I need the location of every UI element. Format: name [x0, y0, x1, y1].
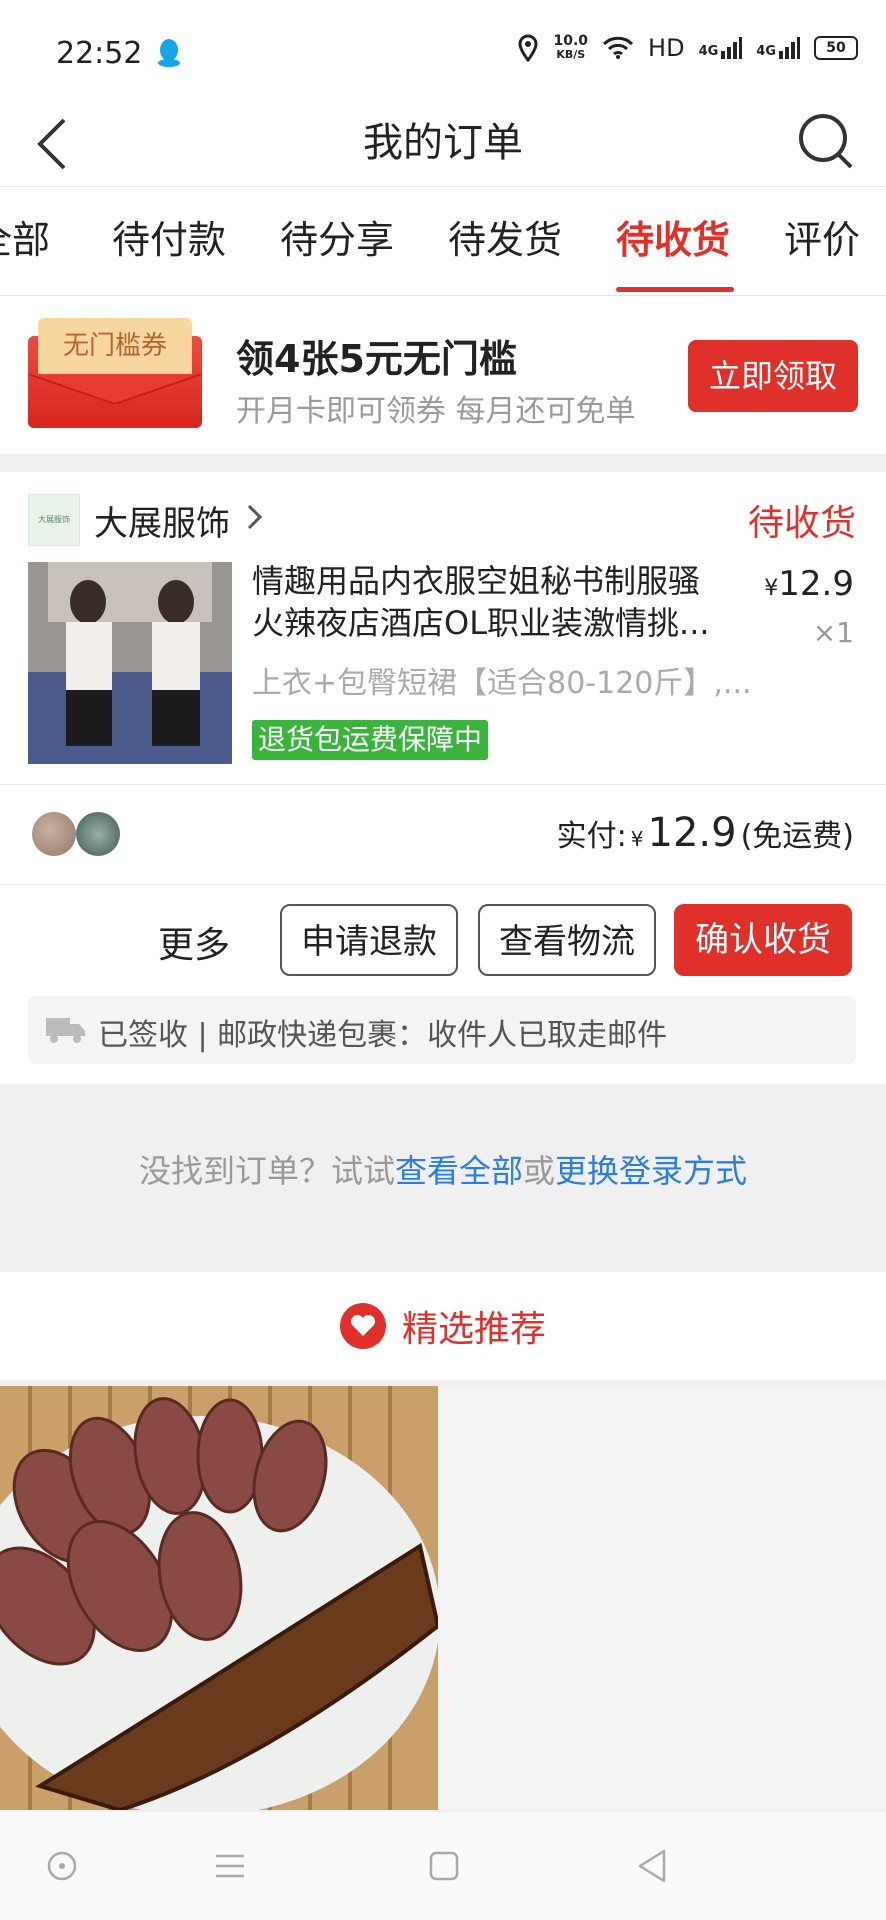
- logistics-text: 已签收 | 邮政快递包裹：收件人已取走邮件: [98, 1018, 668, 1053]
- status-bar: 22:52 10.0 KB/S HD 4G 4G 50: [0, 0, 886, 100]
- coupon-subtitle: 开月卡即可领券 每月还可免单: [236, 394, 636, 429]
- divider: [0, 784, 886, 785]
- product-thumbnail[interactable]: [28, 562, 232, 764]
- status-icons: 10.0 KB/S HD 4G 4G 50: [517, 34, 858, 62]
- shop-logo: 大展服饰: [28, 494, 80, 546]
- product-spec: 上衣+包臀短裙【适合80-120斤】,...: [252, 666, 752, 701]
- chevron-right-icon[interactable]: [246, 502, 264, 532]
- red-envelope-icon: 无门槛券: [28, 318, 202, 428]
- status-time: 22:52: [56, 36, 143, 71]
- tab-pending-payment[interactable]: 待付款: [112, 215, 226, 265]
- signal-icon-2: 4G: [756, 37, 800, 59]
- apply-refund-button[interactable]: 申请退款: [280, 904, 458, 976]
- home-icon[interactable]: [428, 1850, 460, 1882]
- active-tab-indicator: [616, 287, 734, 292]
- product-title[interactable]: 情趣用品内衣服空姐秘书制服骚 火辣夜店酒店OL职业装激情挑...: [252, 560, 740, 644]
- divider: [0, 884, 886, 885]
- hd-label: HD: [648, 34, 685, 62]
- more-button[interactable]: 更多: [158, 916, 230, 968]
- tab-review[interactable]: 评价: [784, 215, 860, 265]
- logistics-status[interactable]: 已签收 | 邮政快递包裹：收件人已取走邮件: [28, 996, 856, 1064]
- coupon-banner[interactable]: 无门槛券 领4张5元无门槛 开月卡即可领券 每月还可免单 立即领取: [0, 296, 886, 454]
- page-title: 我的订单: [363, 120, 523, 166]
- order-status: 待收货: [747, 503, 856, 544]
- avatar: [32, 812, 76, 856]
- paid-amount: 实付: ¥ 12.9 (免运费): [556, 810, 854, 856]
- assistant-icon[interactable]: [46, 1850, 78, 1882]
- heart-icon: [339, 1303, 386, 1349]
- claim-coupon-button[interactable]: 立即领取: [688, 340, 858, 412]
- nav-bar: 我的订单: [0, 100, 886, 187]
- net-speed: 10.0 KB/S: [553, 33, 589, 61]
- tab-pending-receipt[interactable]: 待收货: [616, 215, 730, 265]
- order-tabs: 全部 待付款 待分享 待发货 待收货 评价: [0, 187, 886, 296]
- signal-icon: 4G: [699, 37, 743, 59]
- recommend-title: 精选推荐: [401, 1309, 546, 1350]
- coupon-tag: 无门槛券: [38, 318, 192, 378]
- search-icon[interactable]: [796, 110, 856, 174]
- view-all-link[interactable]: 查看全部: [395, 1152, 523, 1190]
- group-avatars: [32, 812, 122, 858]
- location-icon: [518, 34, 538, 62]
- shop-name[interactable]: 大展服饰: [94, 496, 230, 545]
- hint-prefix: 没找到订单？试试: [138, 1152, 395, 1190]
- recommend-header: 精选推荐: [0, 1272, 886, 1380]
- menu-icon[interactable]: [214, 1850, 246, 1882]
- recommend-placeholder: [440, 1386, 886, 1810]
- confirm-receipt-button[interactable]: 确认收货: [674, 904, 852, 976]
- truck-icon: [46, 1018, 85, 1043]
- product-price: ¥12.9: [764, 564, 854, 604]
- tab-pending-share[interactable]: 待分享: [280, 215, 394, 265]
- tab-all[interactable]: 全部: [0, 215, 50, 265]
- wifi-icon: [602, 36, 634, 59]
- qq-icon: [158, 39, 180, 67]
- back-icon[interactable]: [636, 1848, 668, 1884]
- avatar: [76, 812, 120, 856]
- change-login-link[interactable]: 更换登录方式: [555, 1152, 747, 1190]
- return-shipping-badge: 退货包运费保障中: [252, 720, 489, 760]
- recommended-product-image[interactable]: [0, 1386, 438, 1810]
- battery-icon: 50: [814, 36, 858, 60]
- coupon-title: 领4张5元无门槛: [236, 337, 517, 381]
- not-found-hint: 没找到订单？试试查看全部或更换登录方式: [0, 1146, 886, 1192]
- hint-mid: 或: [523, 1152, 556, 1190]
- system-nav-bar: [0, 1812, 886, 1920]
- product-quantity: ×1: [812, 616, 854, 649]
- order-card: 大展服饰 大展服饰 待收货 情趣用品内衣服空姐秘书制服骚 火辣夜店酒店OL职业装…: [0, 472, 886, 1084]
- view-logistics-button[interactable]: 查看物流: [478, 904, 656, 976]
- tab-pending-shipment[interactable]: 待发货: [448, 215, 562, 265]
